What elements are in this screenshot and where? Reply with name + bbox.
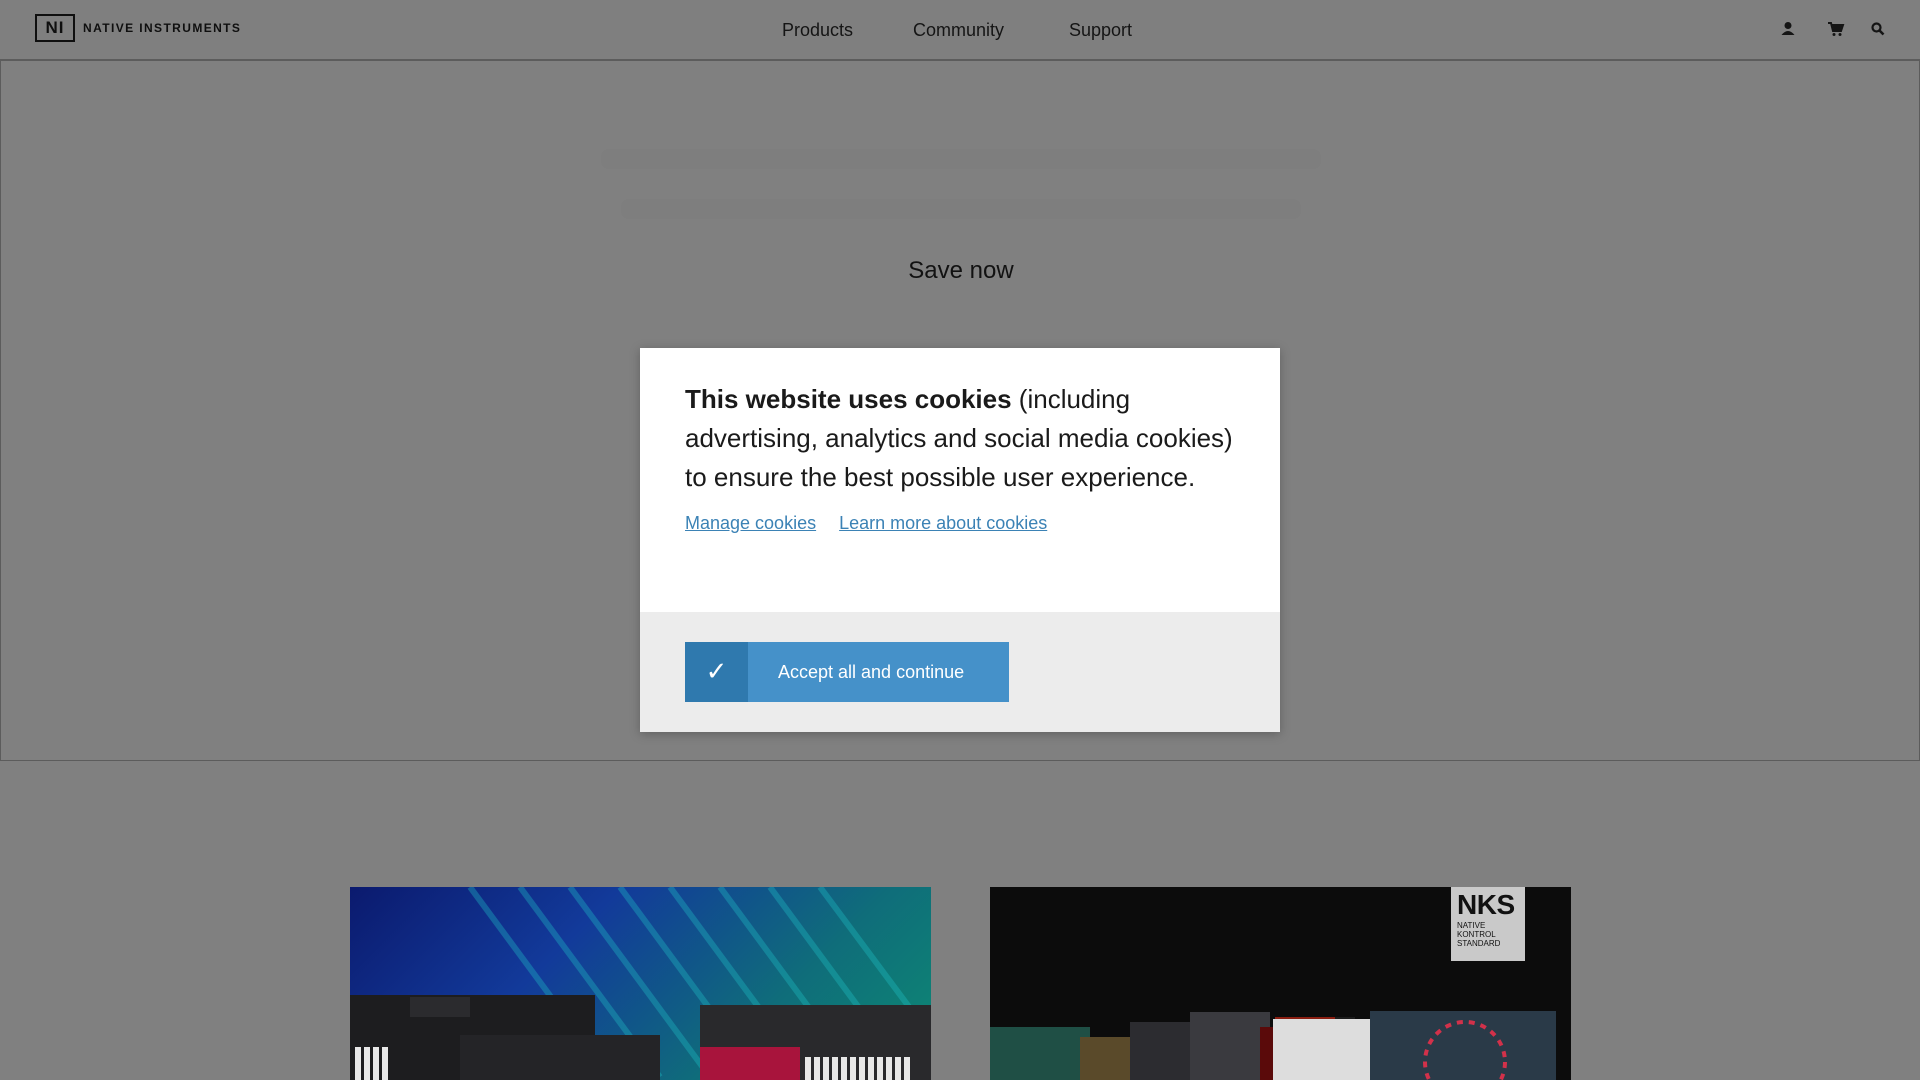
cookie-consent-dialog: This website uses cookies (including adv…	[640, 348, 1280, 732]
nks-badge: NKS NATIVE KONTROL STANDARD	[1451, 887, 1525, 961]
learn-more-cookies-link[interactable]: Learn more about cookies	[839, 513, 1047, 533]
keyboards-image	[350, 887, 931, 1080]
cart-icon[interactable]	[1826, 19, 1846, 39]
cookie-dialog-body: This website uses cookies (including adv…	[640, 348, 1280, 534]
accept-all-label: Accept all and continue	[778, 661, 965, 682]
nav-community[interactable]: Community	[913, 20, 1004, 41]
accept-all-button[interactable]: ✓ Accept all and continue	[685, 642, 1009, 702]
cookie-links: Manage cookies Learn more about cookies	[685, 513, 1236, 534]
manage-cookies-link[interactable]: Manage cookies	[685, 513, 816, 533]
save-now-link[interactable]: Save now	[1, 257, 1920, 285]
hero-subheadline-faded	[621, 199, 1301, 219]
search-icon[interactable]	[1868, 19, 1888, 39]
product-card-nks[interactable]: NKS NATIVE KONTROL STANDARD	[990, 887, 1571, 1080]
site-header: NI NATIVE INSTRUMENTS Products Community…	[0, 0, 1920, 60]
hero-headline-faded	[601, 149, 1321, 169]
checkmark-icon: ✓	[685, 642, 748, 702]
nks-badge-subtitle: NATIVE KONTROL STANDARD	[1457, 921, 1501, 948]
main-nav: Products Community Support	[0, 0, 1920, 60]
cookie-message: This website uses cookies (including adv…	[685, 380, 1236, 497]
nav-support[interactable]: Support	[1069, 20, 1132, 41]
cookie-message-title: This website uses cookies	[685, 384, 1012, 414]
product-card-keyboards[interactable]	[350, 887, 931, 1080]
cookie-dialog-footer: ✓ Accept all and continue	[640, 612, 1280, 732]
nav-products[interactable]: Products	[782, 20, 853, 41]
user-icon[interactable]	[1778, 19, 1798, 39]
nks-badge-title: NKS	[1457, 889, 1515, 920]
